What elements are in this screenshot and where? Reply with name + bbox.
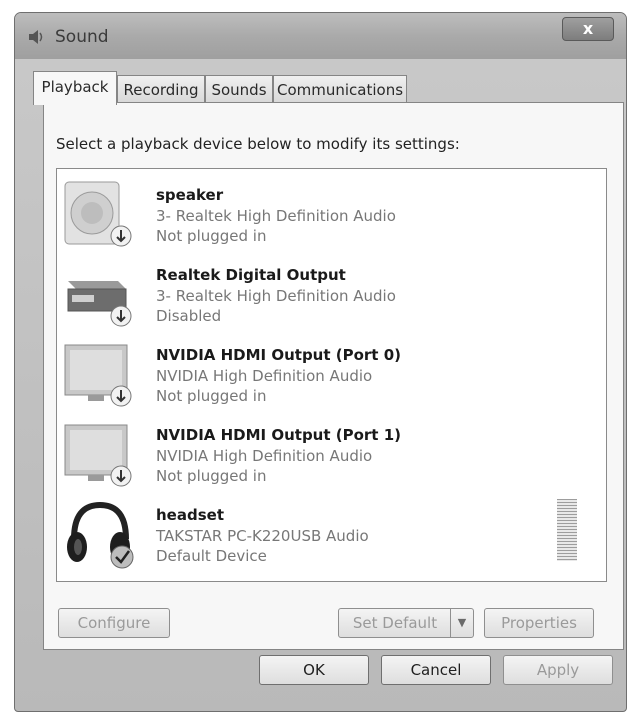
ok-button[interactable]: OK [259, 655, 369, 685]
device-item-headset[interactable]: headset TAKSTAR PC-K220USB Audio Default… [57, 494, 606, 574]
device-name: NVIDIA HDMI Output (Port 0) [156, 346, 401, 364]
tab-playback[interactable]: Playback [33, 71, 117, 105]
title-bar[interactable]: Sound x [15, 13, 626, 59]
speaker-icon [64, 181, 132, 247]
device-status: Disabled [156, 307, 222, 325]
window-title: Sound [55, 27, 109, 47]
monitor-icon [64, 344, 132, 407]
device-driver: NVIDIA High Definition Audio [156, 367, 373, 385]
sound-app-icon [29, 30, 43, 44]
instruction-text: Select a playback device below to modify… [56, 135, 460, 153]
close-button[interactable]: x [562, 17, 614, 41]
device-driver: 3- Realtek High Definition Audio [156, 287, 396, 305]
tab-recording[interactable]: Recording [117, 75, 205, 103]
device-driver: TAKSTAR PC-K220USB Audio [156, 527, 369, 545]
sound-dialog: Sound x Playback Recording Sounds Commun… [14, 12, 627, 712]
set-default-button[interactable]: Set Default ▼ [338, 608, 474, 638]
apply-button[interactable]: Apply [503, 655, 613, 685]
device-list[interactable]: speaker 3- Realtek High Definition Audio… [56, 168, 607, 582]
device-status: Not plugged in [156, 387, 267, 405]
device-name: Realtek Digital Output [156, 266, 346, 284]
configure-button[interactable]: Configure [58, 608, 170, 638]
playback-panel: Select a playback device below to modify… [43, 102, 624, 650]
device-name: NVIDIA HDMI Output (Port 1) [156, 426, 401, 444]
device-item-hdmi-port1[interactable]: NVIDIA HDMI Output (Port 1) NVIDIA High … [57, 414, 606, 494]
device-name: headset [156, 506, 224, 524]
device-item-speaker[interactable]: speaker 3- Realtek High Definition Audio… [57, 174, 606, 254]
device-item-realtek-digital[interactable]: Realtek Digital Output 3- Realtek High D… [57, 254, 606, 334]
cancel-button[interactable]: Cancel [381, 655, 491, 685]
chevron-down-icon[interactable]: ▼ [450, 609, 473, 637]
properties-button[interactable]: Properties [484, 608, 594, 638]
device-name: speaker [156, 186, 224, 204]
device-status: Default Device [156, 547, 267, 565]
digital-output-icon [67, 281, 132, 327]
headphones-icon [67, 501, 134, 569]
device-item-hdmi-port0[interactable]: NVIDIA HDMI Output (Port 0) NVIDIA High … [57, 334, 606, 414]
device-status: Not plugged in [156, 467, 267, 485]
set-default-label: Set Default [352, 614, 438, 632]
volume-level-meter [557, 499, 577, 561]
monitor-icon [64, 424, 132, 487]
tab-sounds[interactable]: Sounds [205, 75, 273, 103]
tab-communications[interactable]: Communications [273, 75, 407, 103]
device-driver: 3- Realtek High Definition Audio [156, 207, 396, 225]
device-status: Not plugged in [156, 227, 267, 245]
device-driver: NVIDIA High Definition Audio [156, 447, 373, 465]
